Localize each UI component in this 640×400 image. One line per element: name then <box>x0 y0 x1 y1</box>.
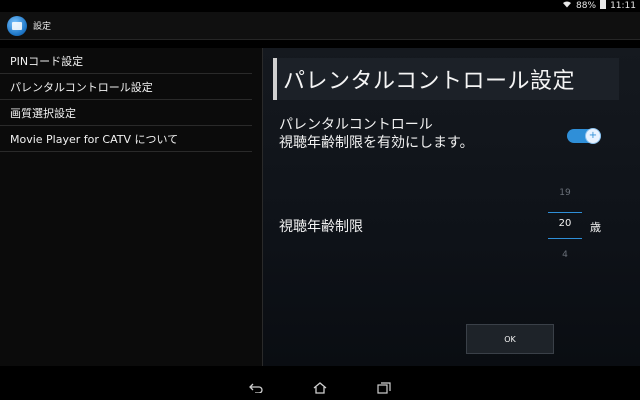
action-bar-title: 設定 <box>33 22 52 32</box>
navigation-bar <box>0 376 640 400</box>
settings-sidebar: PINコード設定 パレンタルコントロール設定 画質選択設定 Movie Play… <box>0 48 262 366</box>
ok-button[interactable]: OK <box>466 324 554 354</box>
home-icon[interactable] <box>313 382 327 394</box>
picker-previous-value[interactable]: 19 <box>548 188 582 198</box>
age-limit-label: 視聴年齢制限 <box>279 219 363 235</box>
picker-current-value[interactable]: 20 <box>548 218 582 229</box>
battery-percent: 88% <box>576 1 597 11</box>
switch-knob: + <box>585 128 601 144</box>
picker-next-value[interactable]: 4 <box>548 250 582 260</box>
page-title-header: パレンタルコントロール設定 <box>273 58 619 100</box>
toggle-label-line1: パレンタルコントロール <box>279 117 433 133</box>
back-icon[interactable] <box>249 383 263 393</box>
status-bar: 88% 11:11 <box>0 0 640 12</box>
picker-divider-bottom <box>548 238 582 239</box>
sidebar-item-label: 画質選択設定 <box>10 106 76 120</box>
sidebar-item-label: Movie Player for CATV について <box>10 132 179 146</box>
sidebar-item-label: パレンタルコントロール設定 <box>10 80 153 94</box>
sidebar-item-quality[interactable]: 画質選択設定 <box>0 100 252 126</box>
parental-control-switch[interactable]: + <box>567 128 601 144</box>
clock: 11:11 <box>610 1 636 11</box>
picker-divider-top <box>548 212 582 213</box>
recents-icon[interactable] <box>377 382 391 394</box>
sidebar-item-pin-code[interactable]: PINコード設定 <box>0 48 252 74</box>
sidebar-item-label: PINコード設定 <box>10 54 84 68</box>
action-bar: 設定 <box>0 12 640 40</box>
age-number-picker[interactable]: 19 20 4 <box>548 184 582 264</box>
page-title: パレンタルコントロール設定 <box>283 69 576 94</box>
sidebar-item-about[interactable]: Movie Player for CATV について <box>0 126 252 152</box>
sidebar-item-parental-control[interactable]: パレンタルコントロール設定 <box>0 74 252 100</box>
wifi-icon <box>562 0 572 12</box>
main-pane: パレンタルコントロール設定 パレンタルコントロール 視聴年齢制限を有効にします。… <box>263 48 640 366</box>
toggle-label-line2: 視聴年齢制限を有効にします。 <box>279 135 474 151</box>
age-unit-label: 歳 <box>590 221 601 234</box>
parental-control-toggle-label: パレンタルコントロール 視聴年齢制限を有効にします。 <box>279 116 529 152</box>
settings-app-icon[interactable] <box>7 15 27 36</box>
